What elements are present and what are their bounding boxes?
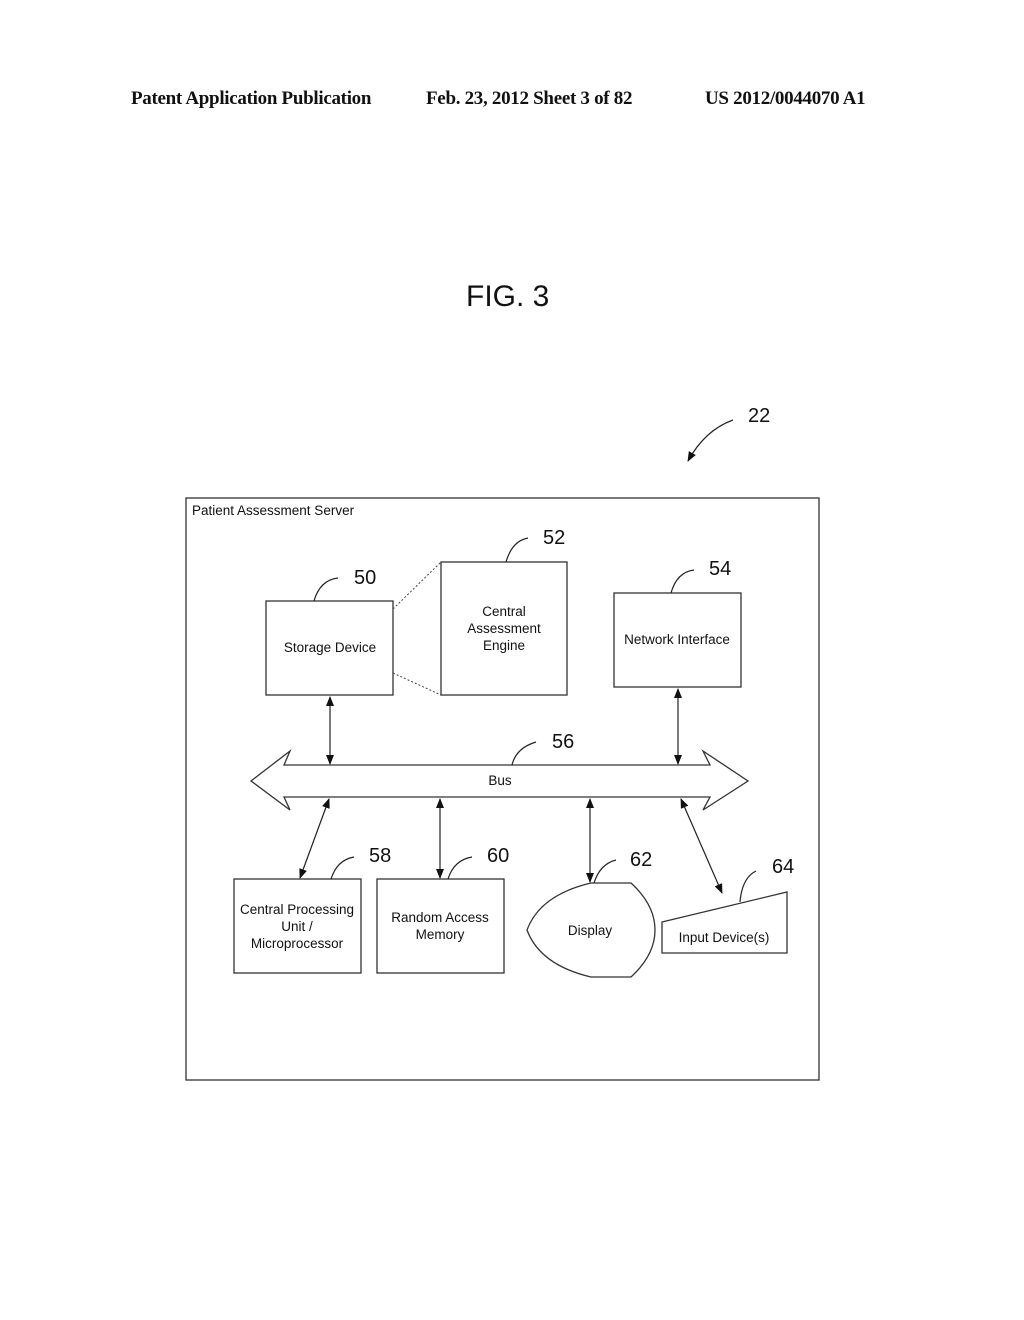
ref-54: 54 (709, 558, 731, 580)
cpu-label-line3: Microprocessor (251, 936, 344, 951)
cpu-label-line1: Central Processing (240, 902, 354, 917)
bus-label: Bus (488, 773, 512, 788)
container-label: Patient Assessment Server (192, 503, 355, 518)
ram-label-line1: Random Access (391, 910, 489, 925)
ref-60: 60 (487, 845, 509, 867)
display-label: Display (568, 923, 613, 938)
network-interface-label: Network Interface (624, 632, 730, 647)
ref-58: 58 (369, 845, 391, 867)
block-diagram: 22 Patient Assessment Server Storage Dev… (185, 405, 820, 1081)
ref-22: 22 (748, 405, 770, 427)
engine-label-line2: Assessment (467, 621, 541, 636)
system-reference: 22 (687, 405, 770, 462)
ref-56: 56 (552, 731, 574, 753)
storage-device-label: Storage Device (284, 640, 376, 655)
ref-arrow-22 (687, 419, 734, 462)
ref-64: 64 (772, 856, 794, 878)
engine-label-line3: Engine (483, 638, 525, 653)
cpu-label-line2: Unit / (281, 919, 313, 934)
input-devices-label: Input Device(s) (679, 930, 770, 945)
ref-62: 62 (630, 849, 652, 871)
ref-52: 52 (543, 527, 565, 549)
engine-label-line1: Central (482, 604, 526, 619)
ram-label-line2: Memory (416, 927, 465, 942)
ref-50: 50 (354, 567, 376, 589)
